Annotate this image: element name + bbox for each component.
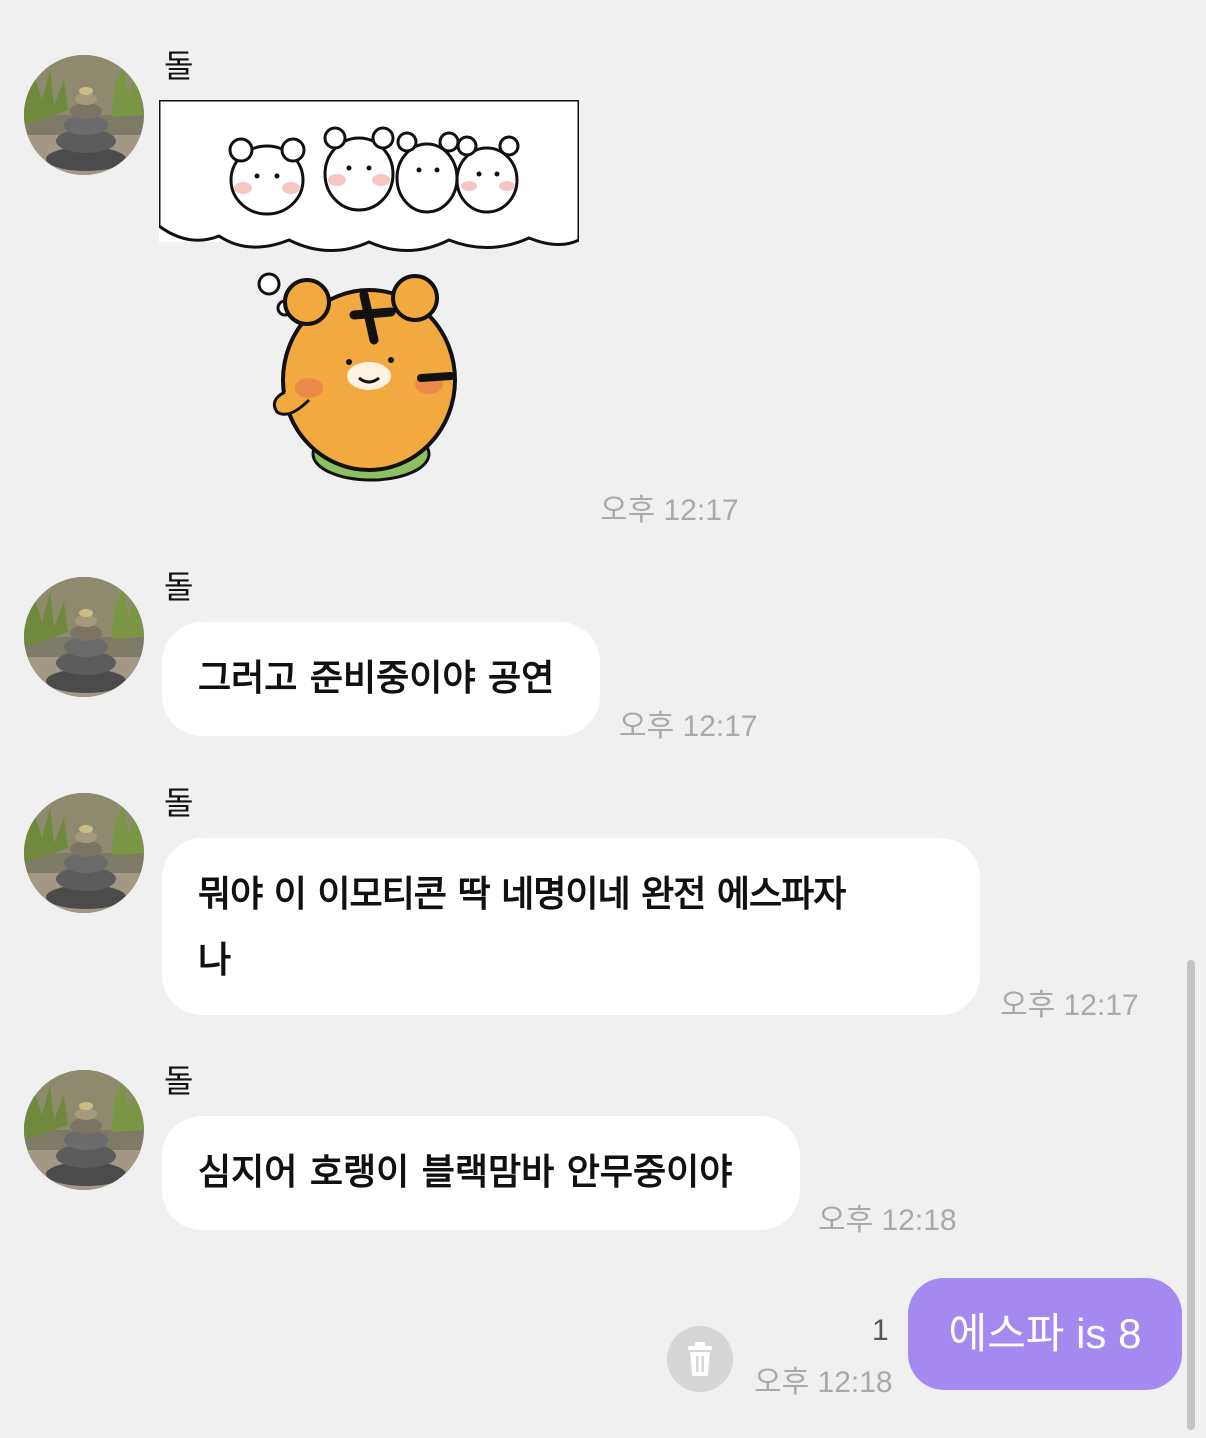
sender-avatar[interactable] <box>24 793 144 913</box>
tiger-sticker[interactable] <box>157 98 581 500</box>
delete-button[interactable] <box>667 1326 733 1392</box>
message-text: 심지어 호랭이 블랙맘바 안무중이야 <box>198 1152 733 1193</box>
sender-name: 돌 <box>164 1062 194 1100</box>
message-time: 오후 12:17 <box>619 710 758 743</box>
message-text: 에스파 is 8 <box>948 1310 1142 1357</box>
message-bubble[interactable]: 심지어 호랭이 블랙맘바 안무중이야 <box>162 1116 800 1230</box>
message-time: 오후 12:18 <box>754 1366 893 1399</box>
message-bubble[interactable]: 그러고 준비중이야 공연 <box>162 622 600 736</box>
my-message-bubble[interactable]: 에스파 is 8 <box>908 1278 1182 1390</box>
message-text-line: 뭐야 이 이모티콘 딱 네명이네 완전 에스파자 <box>198 874 846 915</box>
scrollbar[interactable] <box>1187 960 1195 1430</box>
sender-avatar[interactable] <box>24 577 144 697</box>
message-bubble[interactable]: 뭐야 이 이모티콘 딱 네명이네 완전 에스파자 나 <box>162 838 980 1015</box>
unread-count: 1 <box>872 1314 889 1347</box>
message-time: 오후 12:18 <box>818 1204 957 1237</box>
sender-name: 돌 <box>164 47 194 85</box>
sender-name: 돌 <box>164 568 194 606</box>
message-time: 오후 12:17 <box>600 494 739 527</box>
message-text: 그러고 준비중이야 공연 <box>198 658 555 699</box>
trash-icon <box>688 1342 712 1376</box>
sender-name: 돌 <box>164 784 194 822</box>
message-time: 오후 12:17 <box>1000 989 1139 1022</box>
sender-avatar[interactable] <box>24 1070 144 1190</box>
message-text-line: 나 <box>198 940 232 981</box>
sender-avatar[interactable] <box>24 55 144 175</box>
